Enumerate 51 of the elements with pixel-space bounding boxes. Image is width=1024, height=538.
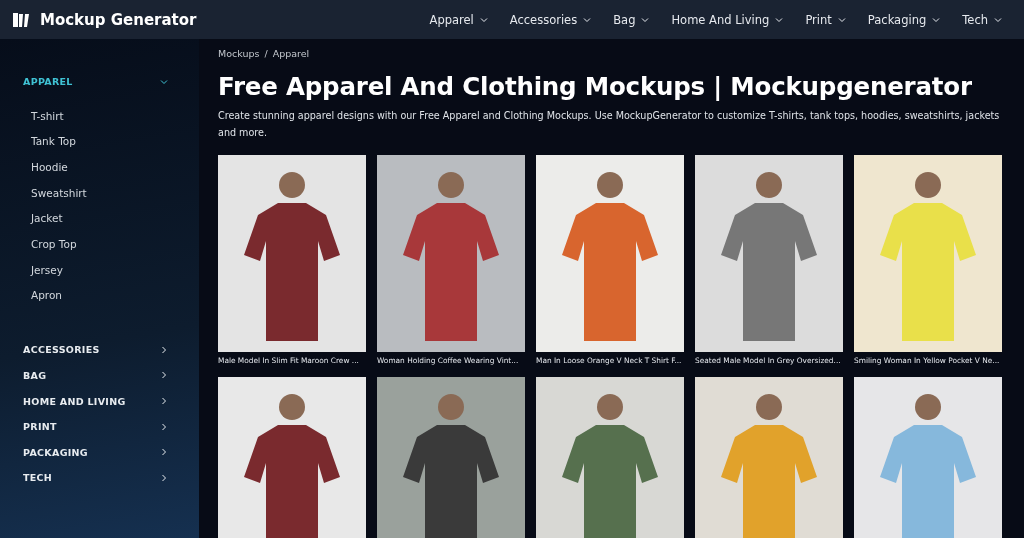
photo-placeholder[interactable]: [218, 377, 366, 538]
chevron-icon: [837, 15, 846, 24]
chevron-icon: [160, 397, 168, 406]
nav-link[interactable]: Accessories: [509, 12, 592, 27]
breadcrumb-link[interactable]: Mockups: [218, 48, 260, 59]
sidebar-item[interactable]: Hoodie: [31, 154, 199, 181]
chevron-icon: [479, 15, 488, 24]
chevron-icon: [160, 448, 168, 457]
sidebar-category[interactable]: HOME AND LIVING: [23, 388, 168, 414]
sidebar-item[interactable]: Jersey: [31, 257, 199, 284]
breadcrumb-link[interactable]: Apparel: [272, 48, 310, 59]
photo-placeholder[interactable]: [377, 155, 525, 352]
chevron-icon: [160, 422, 168, 431]
chevron-icon: [641, 15, 650, 24]
sidebar-item[interactable]: Sweatshirt: [31, 180, 199, 207]
logo-text[interactable]: Mockup Generator: [40, 10, 197, 29]
chevron-icon: [160, 371, 168, 380]
nav-link[interactable]: Home And Living: [671, 12, 784, 27]
page-description: Create stunning apparel designs with our Free Apparel and Clothing Mockups. Use MockupGenerator to customize T-shirts, tank tops, hoodies, sweatshirts, jackets and more.: [218, 109, 1001, 140]
logo-icon: [12, 11, 32, 28]
chevron-icon: [932, 15, 941, 24]
nav-link[interactable]: Tech: [962, 12, 1002, 27]
sidebar-category[interactable]: PRINT: [23, 413, 168, 440]
sidebar-item[interactable]: T-shirt: [31, 103, 199, 130]
photo-placeholder[interactable]: [854, 377, 1002, 538]
photo-placeholder[interactable]: [377, 377, 525, 538]
photo-placeholder[interactable]: [218, 155, 366, 352]
sidebar-category[interactable]: BAG: [23, 362, 168, 389]
photo-placeholder[interactable]: [695, 377, 843, 538]
chevron-icon: [775, 15, 784, 24]
chevron-icon: [160, 473, 168, 482]
sidebar-item[interactable]: Crop Top: [31, 232, 199, 258]
chevron-icon: [160, 77, 168, 86]
photo-placeholder[interactable]: [695, 155, 843, 352]
sidebar-category[interactable]: ACCESSORIES: [23, 337, 168, 363]
photo-placeholder[interactable]: [536, 377, 684, 538]
nav-link[interactable]: Bag: [613, 12, 650, 27]
chevron-icon: [160, 345, 168, 354]
sidebar-category[interactable]: TECH: [23, 465, 168, 491]
breadcrumb-separator: /: [264, 48, 268, 59]
sidebar-category[interactable]: APPAREL: [23, 69, 168, 95]
sidebar-item[interactable]: Jacket: [31, 206, 199, 233]
nav-link[interactable]: Packaging: [867, 12, 941, 27]
sidebar-item[interactable]: Tank Top: [31, 129, 199, 155]
nav-link[interactable]: Apparel: [429, 12, 488, 27]
nav-link[interactable]: Print: [805, 12, 846, 27]
sidebar-item[interactable]: Apron: [31, 283, 199, 310]
chevron-icon: [994, 15, 1002, 24]
chevron-icon: [583, 15, 592, 24]
sidebar-category[interactable]: PACKAGING: [23, 439, 168, 466]
page-title: Free Apparel And Clothing Mockups | Mockupgenerator: [218, 72, 973, 101]
